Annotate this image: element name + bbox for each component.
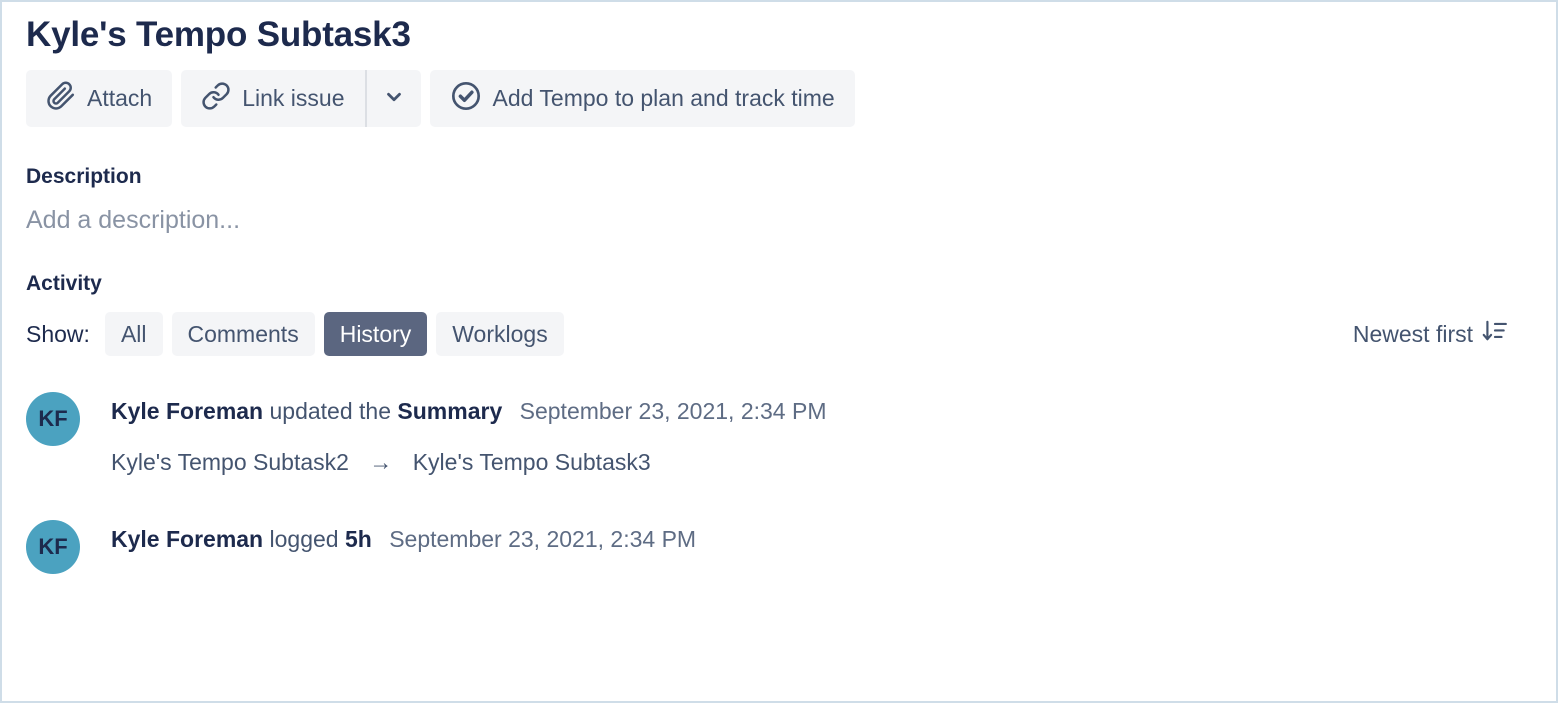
description-input[interactable]: Add a description... (26, 206, 1532, 235)
action-toolbar: Attach Link issue Add Tempo to plan and … (26, 70, 1532, 127)
sort-order-label: Newest first (1352, 320, 1473, 347)
activity-filter-row: Show: All Comments History Worklogs Newe… (26, 312, 1532, 356)
arrow-right-icon: → (369, 449, 393, 475)
activity-feed: KF Kyle Foreman updated the Summary Sept… (26, 390, 1532, 574)
sort-descending-icon (1482, 318, 1508, 350)
paperclip-icon (46, 81, 76, 117)
link-issue-button[interactable]: Link issue (181, 70, 364, 127)
activity-action: logged (269, 526, 339, 552)
list-item: KF Kyle Foreman logged 5h September 23, … (26, 518, 1532, 574)
description-heading: Description (26, 165, 142, 188)
activity-change-row: Kyle's Tempo Subtask2 → Kyle's Tempo Sub… (111, 449, 827, 476)
show-label: Show: (26, 320, 90, 347)
tab-history[interactable]: History (323, 312, 428, 356)
check-circle-icon (450, 80, 482, 118)
attach-button-label: Attach (87, 85, 153, 111)
activity-timestamp: September 23, 2021, 2:34 PM (519, 398, 827, 424)
link-issue-button-label: Link issue (242, 85, 345, 111)
add-tempo-button[interactable]: Add Tempo to plan and track time (429, 70, 855, 127)
link-issue-split-button: Link issue (181, 70, 421, 127)
issue-detail-page: Kyle's Tempo Subtask3 Attach Link issue (0, 0, 1558, 703)
tab-worklogs[interactable]: Worklogs (436, 312, 564, 356)
add-tempo-button-label: Add Tempo to plan and track time (492, 85, 835, 111)
tab-all[interactable]: All (104, 312, 163, 356)
tab-comments[interactable]: Comments (171, 312, 315, 356)
activity-entry-body: Kyle Foreman logged 5h September 23, 202… (111, 518, 696, 555)
sort-order-button[interactable]: Newest first (1353, 318, 1532, 350)
chevron-down-icon (383, 86, 405, 111)
activity-field: Summary (397, 398, 503, 424)
activity-entry-body: Kyle Foreman updated the Summary Septemb… (111, 390, 827, 476)
attach-button[interactable]: Attach (26, 70, 173, 127)
activity-author: Kyle Foreman (111, 526, 264, 552)
activity-heading: Activity (26, 272, 102, 295)
change-from-value: Kyle's Tempo Subtask2 (111, 449, 349, 475)
avatar: KF (26, 392, 80, 446)
activity-logged-time: 5h (344, 526, 372, 552)
list-item: KF Kyle Foreman updated the Summary Sept… (26, 390, 1532, 476)
activity-action: updated the (269, 398, 392, 424)
avatar: KF (26, 520, 80, 574)
change-to-value: Kyle's Tempo Subtask3 (412, 449, 651, 475)
link-issue-more-button[interactable] (367, 70, 421, 127)
activity-author: Kyle Foreman (111, 398, 264, 424)
activity-entry-summary: Kyle Foreman logged 5h September 23, 202… (111, 523, 696, 555)
activity-timestamp: September 23, 2021, 2:34 PM (389, 526, 697, 552)
chain-link-icon (201, 81, 231, 117)
page-title: Kyle's Tempo Subtask3 (26, 15, 411, 54)
activity-entry-summary: Kyle Foreman updated the Summary Septemb… (111, 395, 827, 427)
